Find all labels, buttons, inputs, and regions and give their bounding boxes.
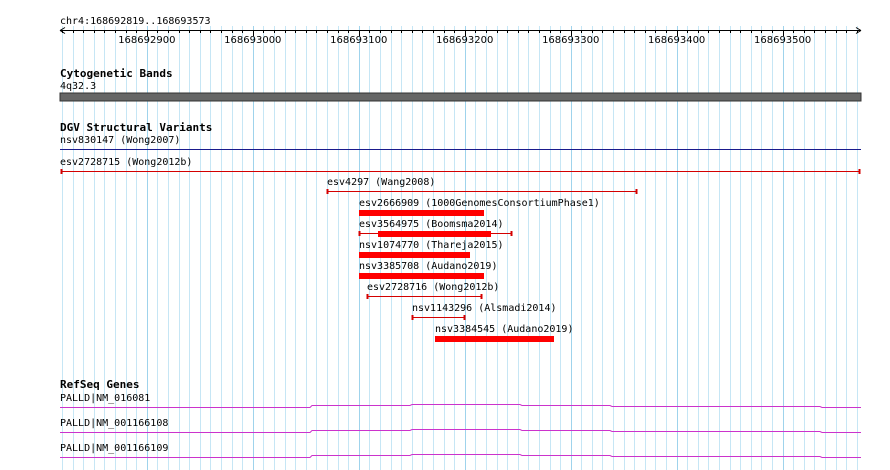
variant-bar: [359, 252, 470, 258]
variant-label[interactable]: esv3564975 (Boomsma2014): [359, 219, 504, 230]
gene-model-line: [60, 404, 861, 408]
refseq-track-title[interactable]: RefSeq Genes: [60, 379, 139, 391]
gene-label[interactable]: PALLD|NM_001166109: [60, 443, 168, 454]
ruler-tick-label: 168693300: [542, 35, 600, 46]
ruler-tick-label: 168693500: [754, 35, 812, 46]
variant-label[interactable]: nsv3384545 (Audano2019): [435, 324, 573, 335]
dgv-track-title[interactable]: DGV Structural Variants: [60, 122, 212, 134]
gene-label[interactable]: PALLD|NM_001166108: [60, 418, 168, 429]
variant-label[interactable]: nsv830147 (Wong2007): [60, 135, 180, 146]
cytoband-label: 4q32.3: [60, 81, 97, 92]
variant-bar: [359, 273, 484, 279]
locus-label: chr4:168692819..168693573: [60, 16, 211, 27]
gene-model-line: [60, 429, 861, 433]
ruler-tick-label: 168693100: [330, 35, 388, 46]
variant-label[interactable]: nsv1143296 (Alsmadi2014): [412, 303, 557, 314]
ruler-tick-label: 168692900: [118, 35, 176, 46]
cytoband-track-title[interactable]: Cytogenetic Bands: [60, 68, 173, 80]
variant-bar: [378, 231, 491, 237]
variant-bar: [359, 210, 484, 216]
gene-model-line: [60, 454, 861, 458]
ruler-tick-label: 168693000: [224, 35, 282, 46]
variant-label[interactable]: esv2666909 (1000GenomesConsortiumPhase1): [359, 198, 600, 209]
variant-label[interactable]: esv2728715 (Wong2012b): [60, 157, 192, 168]
variant-bar: [435, 336, 554, 342]
variant-label[interactable]: esv2728716 (Wong2012b): [367, 282, 499, 293]
ruler-tick-label: 168693400: [648, 35, 706, 46]
variant-label[interactable]: nsv1074770 (Thareja2015): [359, 240, 504, 251]
variant-label[interactable]: esv4297 (Wang2008): [327, 177, 435, 188]
cytoband-bar: [59, 92, 862, 102]
gene-label[interactable]: PALLD|NM_016081: [60, 393, 150, 404]
variant-label[interactable]: nsv3385708 (Audano2019): [359, 261, 497, 272]
ruler-tick-label: 168693200: [436, 35, 494, 46]
genome-browser[interactable]: chr4:168692819..168693573 168692900 16869…: [0, 0, 890, 470]
